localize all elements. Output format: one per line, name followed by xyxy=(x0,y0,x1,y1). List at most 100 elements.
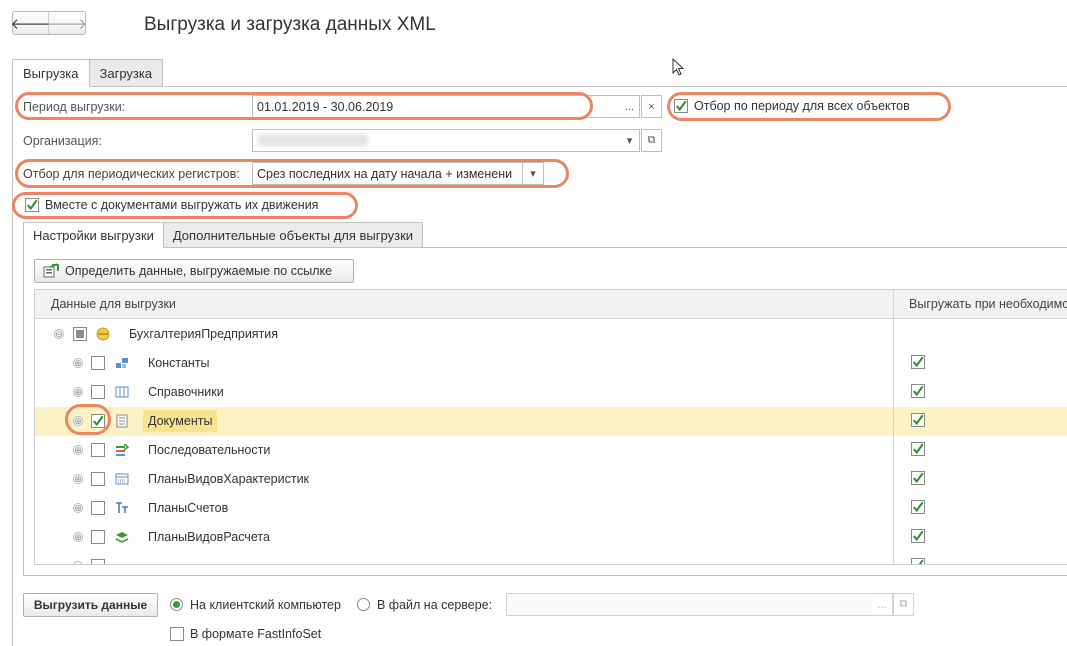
expand-icon[interactable]: ⊕ xyxy=(73,445,83,455)
tree-row-label: Справочники xyxy=(148,385,224,399)
check-icon xyxy=(912,385,924,397)
tree-row-partial xyxy=(35,552,1067,564)
tab-import[interactable]: Загрузка xyxy=(89,59,164,87)
periodic-filter-label: Отбор для периодических регистров: xyxy=(23,167,240,181)
mouse-cursor-icon xyxy=(672,58,684,76)
panel-border xyxy=(12,86,13,646)
table-header: Данные для выгрузки Выгружать при необхо… xyxy=(35,290,1067,319)
tab-export-settings[interactable]: Настройки выгрузки xyxy=(23,222,164,248)
settings-tab-divider xyxy=(422,247,1067,248)
tree-row-root[interactable]: ⊖ БухгалтерияПредприятия xyxy=(35,320,1067,349)
settings-tabs: Настройки выгрузки Дополнительные объект… xyxy=(23,222,424,248)
check-icon xyxy=(912,472,924,484)
export-if-needed-checkbox[interactable] xyxy=(911,355,925,369)
organization-open-button[interactable]: ⧉ xyxy=(641,129,662,152)
period-input[interactable]: 01.01.2019 - 30.06.2019 xyxy=(252,95,621,118)
check-icon xyxy=(912,530,924,542)
periodic-dropdown-button[interactable]: ▾ xyxy=(522,162,544,185)
column-header-export-if-needed[interactable]: Выгружать при необходимо xyxy=(909,297,1067,311)
expand-icon[interactable]: ⊕ xyxy=(73,532,83,542)
organization-blurred-value xyxy=(258,134,368,146)
tree-row-label: ПланыВидовХарактеристик xyxy=(148,472,310,486)
row-checkbox[interactable] xyxy=(91,443,105,457)
row-checkbox[interactable] xyxy=(91,385,105,399)
period-select-button[interactable]: ... xyxy=(620,95,640,118)
period-label: Период выгрузки: xyxy=(23,100,126,114)
define-by-reference-button[interactable]: Определить данные, выгружаемые по ссылке xyxy=(34,259,354,283)
tree-row-sequences[interactable]: ⊕ Последовательности xyxy=(35,436,1067,465)
column-header-data[interactable]: Данные для выгрузки xyxy=(51,297,176,311)
tree-row-label: Документы xyxy=(143,410,218,432)
tree-row-label: Константы xyxy=(148,356,210,370)
radio-server[interactable] xyxy=(357,598,370,611)
organization-dropdown-button[interactable]: ▾ xyxy=(620,129,640,152)
root-checkbox[interactable] xyxy=(73,327,87,341)
expand-icon[interactable]: ⊕ xyxy=(73,474,83,484)
tree-row-label: ПланыВидовРасчета xyxy=(148,530,270,544)
check-icon xyxy=(92,415,104,427)
main-tabs: Выгрузка Загрузка xyxy=(12,59,164,87)
tree-row-chart-of-accounts[interactable]: ⊕ ПланыСчетов xyxy=(35,494,1067,523)
check-icon xyxy=(912,443,924,455)
with-movements-label: Вместе с документами выгружать их движен… xyxy=(45,198,319,212)
settings-panel-bottom-border xyxy=(23,575,1067,576)
tab-divider xyxy=(164,86,1067,87)
tree-row-catalogs[interactable]: ⊕ Справочники xyxy=(35,378,1067,407)
server-file-select-button[interactable]: ... xyxy=(872,593,893,616)
sequences-icon xyxy=(116,443,129,456)
collapse-icon[interactable]: ⊖ xyxy=(54,329,64,339)
row-checkbox[interactable] xyxy=(91,530,105,544)
column-separator xyxy=(893,290,894,564)
check-icon xyxy=(26,199,38,211)
row-checkbox[interactable] xyxy=(91,501,105,515)
with-movements-checkbox[interactable] xyxy=(25,198,39,212)
row-checkbox xyxy=(91,559,105,564)
server-file-open-button[interactable]: ⧉ xyxy=(893,593,914,616)
row-checkbox[interactable] xyxy=(91,356,105,370)
expand-icon[interactable]: ⊕ xyxy=(73,387,83,397)
fastinfoset-checkbox[interactable] xyxy=(170,627,184,641)
tree-row-documents[interactable]: ⊕ Документы xyxy=(35,407,1067,436)
export-if-needed-checkbox[interactable] xyxy=(911,500,925,514)
expand-icon xyxy=(73,561,83,564)
export-if-needed-checkbox[interactable] xyxy=(911,413,925,427)
radio-client[interactable] xyxy=(170,598,183,611)
organization-label: Организация: xyxy=(23,134,102,148)
calculation-types-icon xyxy=(115,532,129,543)
server-file-input[interactable] xyxy=(506,593,873,616)
periodic-filter-select[interactable]: Срез последних на дату начала + изменени xyxy=(252,162,523,185)
export-data-button[interactable]: Выгрузить данные xyxy=(23,593,158,617)
forward-arrow-icon[interactable]: 🡒 xyxy=(47,12,87,34)
period-filter-label: Отбор по периоду для всех объектов xyxy=(694,99,910,113)
radio-server-label: В файл на сервере: xyxy=(377,598,493,612)
documents-icon xyxy=(116,414,128,428)
export-if-needed-checkbox[interactable] xyxy=(911,442,925,456)
period-clear-button[interactable]: × xyxy=(641,95,662,118)
tab-additional-objects[interactable]: Дополнительные объекты для выгрузки xyxy=(163,222,424,248)
tab-export[interactable]: Выгрузка xyxy=(12,59,90,87)
chart-of-accounts-icon xyxy=(116,502,128,513)
row-checkbox[interactable] xyxy=(91,472,105,486)
configuration-icon xyxy=(96,327,110,341)
export-if-needed-checkbox[interactable] xyxy=(911,529,925,543)
check-icon xyxy=(912,356,924,368)
settings-panel-left-border xyxy=(23,247,24,576)
catalogs-icon xyxy=(115,386,129,398)
export-if-needed-checkbox[interactable] xyxy=(911,471,925,485)
constants-icon xyxy=(116,358,128,368)
fill-data-icon xyxy=(43,263,59,278)
period-filter-checkbox[interactable] xyxy=(674,99,688,113)
tree-row-characteristic-types[interactable]: ⊕ ПланыВидовХарактеристик xyxy=(35,465,1067,494)
row-checkbox[interactable] xyxy=(91,414,105,428)
back-arrow-icon[interactable]: 🡐 xyxy=(10,12,51,34)
check-icon xyxy=(912,501,924,513)
expand-icon[interactable]: ⊕ xyxy=(73,416,83,426)
expand-icon[interactable]: ⊕ xyxy=(73,503,83,513)
export-if-needed-checkbox[interactable] xyxy=(911,384,925,398)
indeterminate-icon xyxy=(76,330,84,338)
export-if-needed-checkbox xyxy=(911,558,925,564)
expand-icon[interactable]: ⊕ xyxy=(73,358,83,368)
tree-row-calculation-types[interactable]: ⊕ ПланыВидовРасчета xyxy=(35,523,1067,552)
tree-row-constants[interactable]: ⊕ Константы xyxy=(35,349,1067,378)
export-data-tree: Данные для выгрузки Выгружать при необхо… xyxy=(34,289,1067,565)
